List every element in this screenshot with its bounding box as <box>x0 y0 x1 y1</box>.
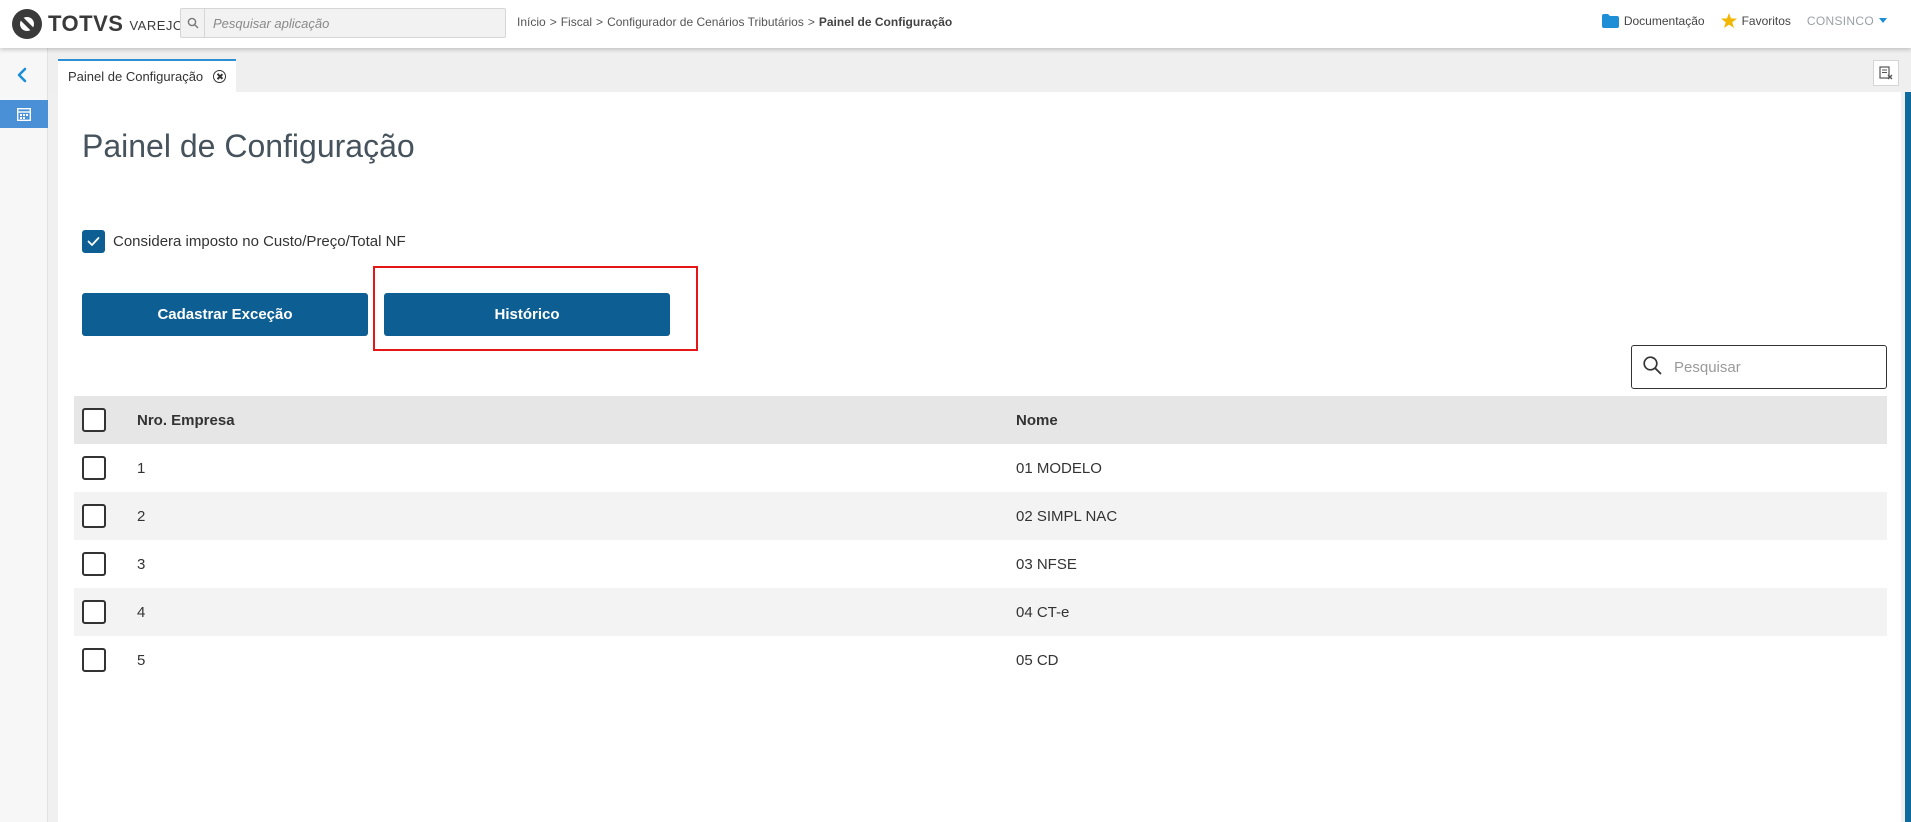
brand-logo[interactable]: TOTVS VAREJO <box>12 9 184 39</box>
folder-icon <box>1601 13 1619 28</box>
cell-nome: 02 SIMPL NAC <box>1016 507 1118 525</box>
row-checkbox[interactable] <box>82 504 106 528</box>
cell-nome: 04 CT-e <box>1016 603 1070 621</box>
cell-nro-empresa: 5 <box>137 651 146 669</box>
select-all-checkbox[interactable] <box>82 408 106 432</box>
row-checkbox[interactable] <box>82 648 106 672</box>
table-header: Nro. Empresa Nome <box>74 396 1887 444</box>
tab-label: Painel de Configuração <box>68 69 204 84</box>
app-search[interactable] <box>180 8 506 38</box>
cell-nome: 01 MODELO <box>1016 459 1102 477</box>
search-icon <box>181 9 205 37</box>
documentation-link[interactable]: Documentação <box>1601 13 1705 28</box>
chevron-down-icon <box>1879 18 1887 23</box>
app-search-input[interactable] <box>205 9 495 37</box>
totvs-logo-icon <box>12 9 42 39</box>
table-row[interactable]: 5 05 CD <box>74 636 1887 684</box>
table-row[interactable]: 1 01 MODELO <box>74 444 1887 492</box>
sidebar <box>0 48 48 822</box>
chevron-left-icon[interactable] <box>13 66 31 89</box>
brand-name: TOTVS <box>48 11 124 36</box>
grid-search[interactable] <box>1631 345 1887 389</box>
close-icon[interactable] <box>213 70 227 83</box>
check-icon <box>87 237 100 246</box>
scrollbar[interactable] <box>1905 92 1911 822</box>
favorites-link[interactable]: Favoritos <box>1720 13 1791 28</box>
cell-nome: 03 NFSE <box>1016 555 1077 573</box>
star-icon <box>1720 13 1737 28</box>
close-all-tabs-button[interactable] <box>1873 60 1899 86</box>
brand-sub: VAREJO <box>129 17 184 33</box>
breadcrumb-home[interactable]: Início <box>517 15 546 29</box>
breadcrumb-separator: > <box>549 15 557 29</box>
row-checkbox[interactable] <box>82 600 106 624</box>
column-header-nome[interactable]: Nome <box>1016 412 1058 429</box>
cell-nro-empresa: 3 <box>137 555 146 573</box>
cadastrar-excecao-button[interactable]: Cadastrar Exceção <box>82 293 368 336</box>
tax-cost-option[interactable]: Considera imposto no Custo/Preço/Total N… <box>82 230 406 253</box>
documentation-label: Documentação <box>1623 13 1705 28</box>
empresa-table: Nro. Empresa Nome 1 01 MODELO 2 02 SIMPL… <box>74 396 1887 684</box>
cell-nro-empresa: 2 <box>137 507 146 525</box>
breadcrumb-separator: > <box>596 15 604 29</box>
breadcrumb-separator: > <box>807 15 815 29</box>
highlight-annotation <box>373 266 698 351</box>
tax-cost-checkbox[interactable] <box>82 230 105 253</box>
column-header-nro-empresa[interactable]: Nro. Empresa <box>137 412 235 429</box>
search-icon <box>1642 355 1662 380</box>
favorites-label: Favoritos <box>1741 13 1791 28</box>
breadcrumb-current: Painel de Configuração <box>818 15 953 29</box>
grid-search-input[interactable] <box>1674 347 1874 387</box>
calendar-grid-icon <box>17 107 31 121</box>
page-title: Painel de Configuração <box>82 128 415 164</box>
table-row[interactable]: 3 03 NFSE <box>74 540 1887 588</box>
clear-list-icon <box>1879 66 1893 80</box>
breadcrumb-fiscal[interactable]: Fiscal <box>561 15 592 29</box>
row-checkbox[interactable] <box>82 456 106 480</box>
cell-nome: 05 CD <box>1016 651 1059 669</box>
breadcrumb-configurador[interactable]: Configurador de Cenários Tributários <box>607 15 804 29</box>
cell-nro-empresa: 1 <box>137 459 146 477</box>
sidebar-item-panel[interactable] <box>0 100 48 128</box>
cell-nro-empresa: 4 <box>137 603 146 621</box>
top-right-actions: Documentação Favoritos CONSINCO <box>1601 13 1887 28</box>
tax-cost-label: Considera imposto no Custo/Preço/Total N… <box>113 233 406 250</box>
top-bar: TOTVS VAREJO Início > Fiscal > Configura… <box>0 0 1911 48</box>
row-checkbox[interactable] <box>82 552 106 576</box>
tab-painel-configuracao[interactable]: Painel de Configuração <box>58 59 237 92</box>
user-name: CONSINCO <box>1806 13 1874 28</box>
user-menu[interactable]: CONSINCO <box>1807 14 1887 28</box>
table-row[interactable]: 2 02 SIMPL NAC <box>74 492 1887 540</box>
tab-strip: Painel de Configuração <box>48 48 1911 92</box>
main-panel: Painel de Configuração Considera imposto… <box>58 92 1901 822</box>
breadcrumb: Início > Fiscal > Configurador de Cenári… <box>517 15 952 29</box>
table-row[interactable]: 4 04 CT-e <box>74 588 1887 636</box>
